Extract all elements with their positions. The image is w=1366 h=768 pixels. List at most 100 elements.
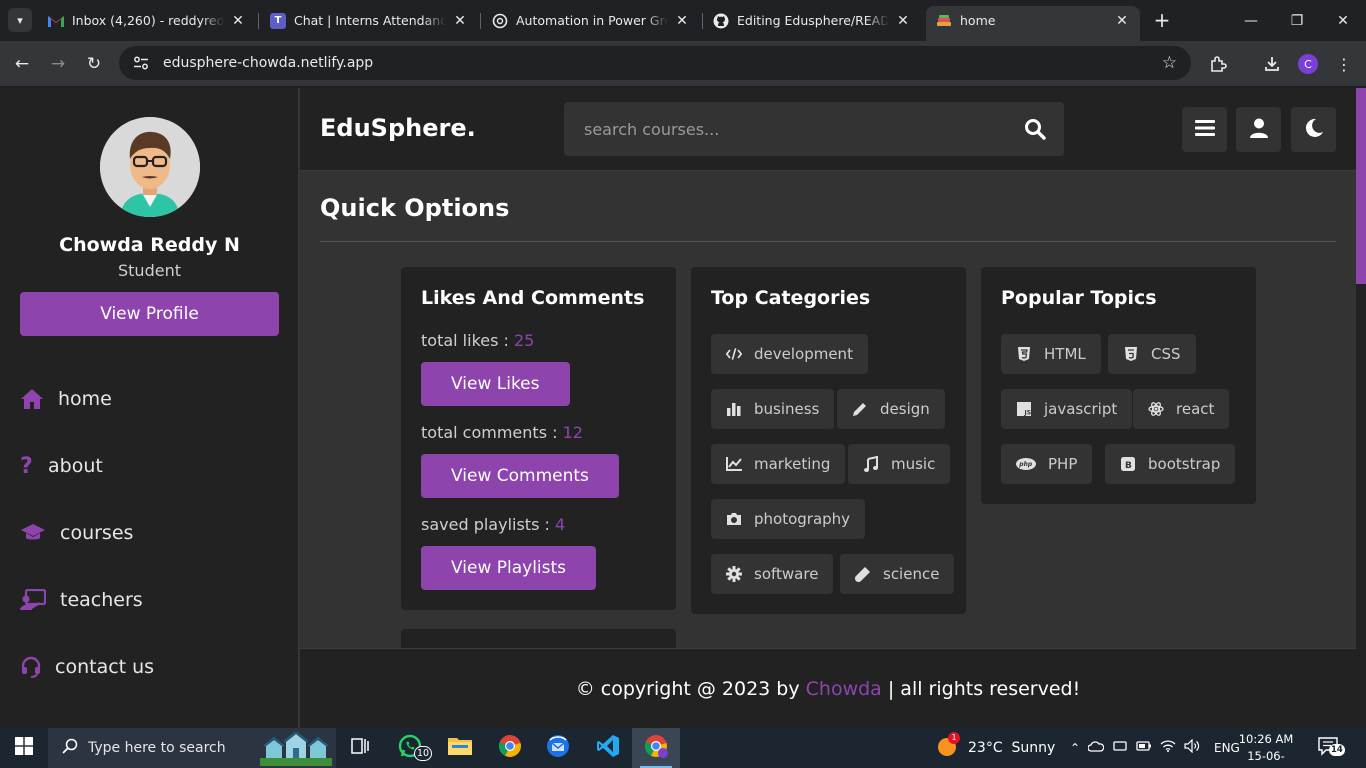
plus-icon: + [1153,8,1171,32]
tab-title: Editing Edusphere/README [737,13,889,28]
system-clock[interactable]: 10:26 AM 15-06-2024 [1236,731,1296,768]
category-photography[interactable]: photography [711,499,866,539]
taskbar-search[interactable]: Type here to search [48,728,336,768]
category-development[interactable]: development [711,334,868,374]
category-business[interactable]: business [711,389,835,429]
topic-react[interactable]: react [1133,389,1230,429]
folder-icon [448,736,472,760]
weather-widget[interactable]: 1 23°C Sunny [936,728,1055,768]
close-icon[interactable]: ✕ [230,13,246,29]
wifi-icon[interactable] [1156,740,1180,756]
taskbar-chrome[interactable] [486,728,534,768]
browser-tab-github[interactable]: Editing Edusphere/README ✕ [703,6,921,35]
extensions-icon[interactable] [1206,52,1230,76]
battery-icon[interactable] [1132,740,1156,756]
menu-kebab-icon[interactable]: ⋮ [1332,52,1356,76]
view-likes-button[interactable]: View Likes [421,362,570,406]
close-icon: ✕ [1337,12,1349,29]
browser-tab-gmail[interactable]: Inbox (4,260) - reddyreddy4 ✕ [38,6,256,35]
meet-icon[interactable] [1108,739,1132,757]
php-icon: php [1016,456,1036,472]
sidebar-item-home[interactable]: home [20,384,112,414]
sidebar: Chowda Reddy N Student View Profile home… [0,88,299,728]
start-button[interactable] [0,728,48,768]
css3-icon [1123,346,1139,362]
gear-icon [726,566,742,582]
menu-button[interactable] [1182,107,1227,152]
card-title: Likes And Comments [421,287,645,309]
profile-name: Chowda Reddy N [59,234,240,256]
chip-label: bootstrap [1148,455,1221,473]
category-marketing[interactable]: marketing [711,444,846,484]
sidebar-item-courses[interactable]: courses [20,518,133,548]
tab-title: Inbox (4,260) - reddyreddy4 [72,13,224,28]
chip-label: music [891,455,936,473]
topic-php[interactable]: php PHP [1001,444,1093,484]
footer-author-link[interactable]: Chowda [806,678,882,700]
taskbar-vscode[interactable] [584,728,632,768]
browser-tab-chatgpt[interactable]: Automation in Power Growth ✕ [482,6,700,35]
back-button[interactable]: ← [8,50,36,78]
profile-role: Student [118,261,181,280]
category-design[interactable]: design [837,389,945,429]
topic-bootstrap[interactable]: B bootstrap [1105,444,1236,484]
card-title: Top Categories [711,287,871,309]
gmail-icon [48,13,64,29]
browser-tab-teams[interactable]: T Chat | Interns Attendance | M ✕ [260,6,478,35]
new-tab-button[interactable]: + [1150,8,1174,32]
close-icon[interactable]: ✕ [895,13,911,29]
close-icon[interactable]: ✕ [1114,13,1130,29]
close-icon[interactable]: ✕ [674,13,690,29]
taskbar-whatsapp[interactable]: 10 [386,728,434,768]
sidebar-item-contact[interactable]: contact us [20,652,154,682]
scrollbar-thumb[interactable] [1356,88,1366,284]
onedrive-icon[interactable] [1084,740,1108,756]
minimize-button[interactable]: — [1228,0,1274,41]
view-playlists-button[interactable]: View Playlists [421,546,597,590]
forward-button[interactable]: → [44,50,72,78]
reload-button[interactable]: ↻ [80,50,108,78]
search-input[interactable] [564,102,1004,156]
close-window-button[interactable]: ✕ [1320,0,1366,41]
bookmark-star-icon[interactable]: ☆ [1162,53,1177,73]
restore-icon: ❐ [1290,12,1304,29]
chevron-up-icon[interactable]: ⌃ [1066,741,1084,755]
notification-center-button[interactable]: 14 [1318,728,1345,768]
chip-label: react [1176,400,1215,418]
stat-label: total comments : [421,423,563,442]
category-software[interactable]: software [711,554,834,594]
topic-css[interactable]: CSS [1108,334,1196,374]
task-view-button[interactable] [336,728,384,768]
sidebar-item-teachers[interactable]: teachers [20,585,143,615]
view-profile-button[interactable]: View Profile [20,292,279,336]
chrome-icon [644,734,668,762]
taskbar-thunderbird[interactable] [534,728,582,768]
vscode-icon [596,734,620,762]
close-icon[interactable]: ✕ [452,13,468,29]
question-icon: ? [20,453,33,479]
user-button[interactable] [1236,107,1281,152]
search-icon[interactable] [1024,118,1046,140]
chip-label: photography [754,510,851,528]
category-music[interactable]: music [848,444,951,484]
address-bar[interactable]: edusphere-chowda.netlify.app ☆ [119,46,1191,80]
taskbar-chrome-profile[interactable] [632,728,680,768]
sidebar-item-about[interactable]: ? about [20,451,103,481]
taskbar-file-explorer[interactable] [436,728,484,768]
topic-html[interactable]: HTML [1001,334,1101,374]
volume-icon[interactable] [1180,738,1204,757]
weather-text: 23°C Sunny [968,740,1056,756]
js-icon: JS [1016,401,1032,417]
category-science[interactable]: science [840,554,955,594]
theme-toggle-button[interactable] [1291,107,1336,152]
site-logo[interactable]: EduSphere. [320,114,476,142]
browser-tab-home[interactable]: home ✕ [926,6,1140,41]
restore-button[interactable]: ❐ [1274,0,1320,41]
site-info-icon[interactable] [133,56,149,70]
topic-javascript[interactable]: JS javascript [1001,389,1133,429]
view-comments-button[interactable]: View Comments [421,454,619,498]
profile-button[interactable]: C [1296,52,1320,76]
download-icon[interactable] [1260,52,1284,76]
chip-label: CSS [1151,345,1181,363]
tab-search-button[interactable]: ▾ [8,8,32,32]
